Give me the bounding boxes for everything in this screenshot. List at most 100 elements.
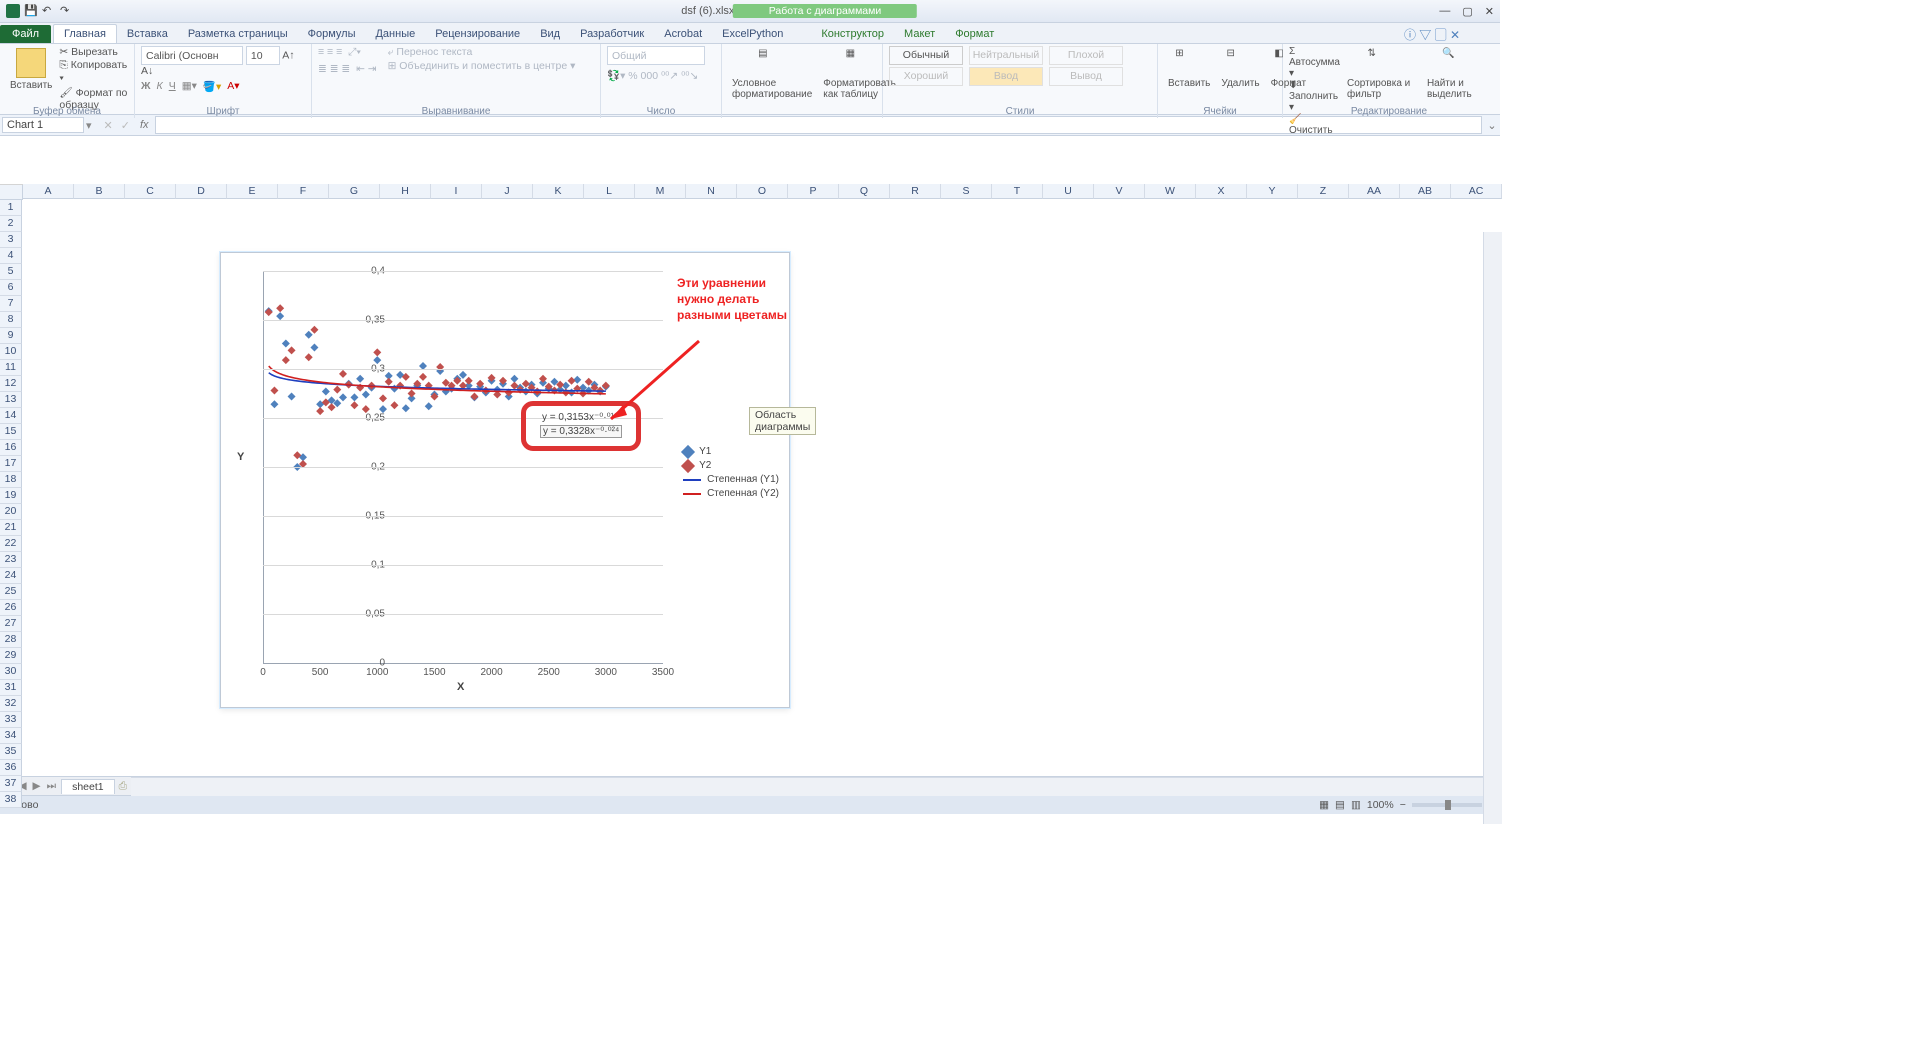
data-point[interactable] (333, 386, 341, 394)
name-box-dropdown-icon[interactable]: ▾ (86, 119, 92, 132)
tab-formulas[interactable]: Формулы (298, 25, 366, 43)
fill-color-button[interactable]: 🪣▾ (203, 80, 221, 93)
copy-button[interactable]: ⎘ Копировать ▾ (59, 59, 128, 85)
data-point[interactable] (282, 340, 290, 348)
font-size-select[interactable]: 10 (246, 46, 280, 65)
data-point[interactable] (282, 356, 290, 364)
shrink-font-icon[interactable]: A↓ (141, 65, 153, 77)
row-header[interactable]: 2 (0, 216, 22, 232)
autosum-button[interactable]: Σ Автосумма ▾ (1289, 46, 1340, 79)
zoom-slider[interactable] (1412, 803, 1482, 807)
tab-excelpython[interactable]: ExcelPython (712, 25, 793, 43)
row-header[interactable]: 11 (0, 360, 22, 376)
style-normal[interactable]: Обычный (889, 46, 963, 65)
col-header[interactable]: X (1196, 184, 1247, 199)
merge-center-button[interactable]: ⊞ Объединить и поместить в центре ▾ (388, 60, 576, 72)
row-header[interactable]: 25 (0, 584, 22, 600)
col-header[interactable]: F (278, 184, 329, 199)
paste-button[interactable]: Вставить (6, 46, 56, 93)
style-output[interactable]: Вывод (1049, 67, 1123, 86)
help-icon[interactable]: ⓘ ▽ ▢ ✕ (1404, 26, 1460, 43)
tab-view[interactable]: Вид (530, 25, 570, 43)
col-header[interactable]: Z (1298, 184, 1349, 199)
row-header[interactable]: 9 (0, 328, 22, 344)
row-header[interactable]: 34 (0, 728, 22, 744)
fx-enter-icon[interactable]: ✓ (117, 119, 134, 132)
tab-layout[interactable]: Разметка страницы (178, 25, 298, 43)
row-header[interactable]: 15 (0, 424, 22, 440)
data-point[interactable] (265, 308, 273, 316)
col-header[interactable]: V (1094, 184, 1145, 199)
row-header[interactable]: 19 (0, 488, 22, 504)
data-point[interactable] (385, 378, 393, 386)
col-header[interactable]: Y (1247, 184, 1298, 199)
data-point[interactable] (470, 392, 478, 400)
col-header[interactable]: H (380, 184, 431, 199)
bold-button[interactable]: Ж (141, 80, 151, 93)
data-point[interactable] (276, 312, 284, 320)
data-point[interactable] (288, 392, 296, 400)
row-header[interactable]: 38 (0, 792, 22, 808)
find-select-button[interactable]: 🔍Найти и выделить (1423, 46, 1489, 102)
row-header[interactable]: 1 (0, 200, 22, 216)
font-color-button[interactable]: A▾ (227, 80, 239, 93)
delete-cells-button[interactable]: ⊟Удалить (1217, 46, 1263, 91)
row-header[interactable]: 32 (0, 696, 22, 712)
data-point[interactable] (373, 348, 381, 356)
data-point[interactable] (465, 377, 473, 385)
col-header[interactable]: R (890, 184, 941, 199)
tab-chart-format[interactable]: Формат (945, 25, 1004, 43)
row-header[interactable]: 3 (0, 232, 22, 248)
col-header[interactable]: B (74, 184, 125, 199)
row-header[interactable]: 21 (0, 520, 22, 536)
row-header[interactable]: 14 (0, 408, 22, 424)
row-header[interactable]: 10 (0, 344, 22, 360)
save-icon[interactable]: 💾 (24, 4, 38, 18)
italic-button[interactable]: К (157, 80, 163, 93)
col-header[interactable]: A (23, 184, 74, 199)
col-header[interactable]: L (584, 184, 635, 199)
style-neutral[interactable]: Нейтральный (969, 46, 1043, 65)
row-header[interactable]: 18 (0, 472, 22, 488)
row-header[interactable]: 27 (0, 616, 22, 632)
data-point[interactable] (328, 403, 336, 411)
undo-icon[interactable]: ↶ (42, 4, 56, 18)
chart-object[interactable]: 00,050,10,150,20,250,30,350,405001000150… (220, 252, 790, 708)
col-header[interactable]: W (1145, 184, 1196, 199)
minimize-icon[interactable]: — (1439, 5, 1450, 18)
data-point[interactable] (379, 394, 387, 402)
col-header[interactable]: P (788, 184, 839, 199)
row-header[interactable]: 26 (0, 600, 22, 616)
data-point[interactable] (356, 375, 364, 383)
number-format-select[interactable]: Общий (607, 46, 705, 65)
tab-acrobat[interactable]: Acrobat (654, 25, 712, 43)
vertical-scrollbar[interactable] (1483, 232, 1502, 824)
tab-review[interactable]: Рецензирование (425, 25, 530, 43)
col-header[interactable]: G (329, 184, 380, 199)
col-header[interactable]: K (533, 184, 584, 199)
tab-home[interactable]: Главная (53, 24, 117, 43)
style-good[interactable]: Хороший (889, 67, 963, 86)
col-header[interactable]: J (482, 184, 533, 199)
data-point[interactable] (339, 370, 347, 378)
font-name-select[interactable]: Calibri (Основн (141, 46, 243, 65)
row-header[interactable]: 17 (0, 456, 22, 472)
data-point[interactable] (522, 380, 530, 388)
data-point[interactable] (339, 393, 347, 401)
cond-format-button[interactable]: ▤Условное форматирование (728, 46, 816, 102)
row-header[interactable]: 6 (0, 280, 22, 296)
row-header[interactable]: 13 (0, 392, 22, 408)
data-point[interactable] (276, 304, 284, 312)
row-header[interactable]: 36 (0, 760, 22, 776)
row-header[interactable]: 5 (0, 264, 22, 280)
maximize-icon[interactable]: ▢ (1462, 5, 1472, 18)
row-header[interactable]: 4 (0, 248, 22, 264)
data-point[interactable] (322, 388, 330, 396)
col-header[interactable]: AB (1400, 184, 1451, 199)
data-point[interactable] (288, 346, 296, 354)
data-point[interactable] (350, 401, 358, 409)
grow-font-icon[interactable]: A↑ (282, 50, 294, 62)
tab-chart-design[interactable]: Конструктор (811, 25, 894, 43)
data-point[interactable] (350, 393, 358, 401)
col-header[interactable]: AC (1451, 184, 1502, 199)
